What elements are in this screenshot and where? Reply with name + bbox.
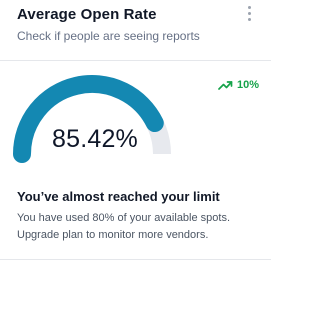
card-header: Average Open Rate Check if people are se… (0, 0, 271, 61)
trending-up-icon (218, 81, 233, 90)
trend-value: 10% (237, 79, 260, 91)
gauge-value: 85.42% (52, 125, 138, 153)
limit-warning-line-1: You have used 80% of your available spot… (17, 212, 231, 224)
open-rate-gauge: 85.42% (10, 66, 180, 166)
trend-indicator: 10% (218, 78, 259, 92)
limit-warning-title: You’ve almost reached your limit (17, 189, 220, 204)
limit-warning-line-2: Upgrade plan to monitor more vendors. (17, 229, 209, 241)
more-options-button[interactable] (243, 4, 257, 24)
limit-warning-message: You have used 80% of your available spot… (17, 210, 267, 244)
card-subtitle: Check if people are seeing reports (17, 29, 200, 43)
divider (0, 259, 271, 260)
average-open-rate-card: Average Open Rate Check if people are se… (0, 0, 271, 314)
card-title: Average Open Rate (17, 6, 157, 23)
